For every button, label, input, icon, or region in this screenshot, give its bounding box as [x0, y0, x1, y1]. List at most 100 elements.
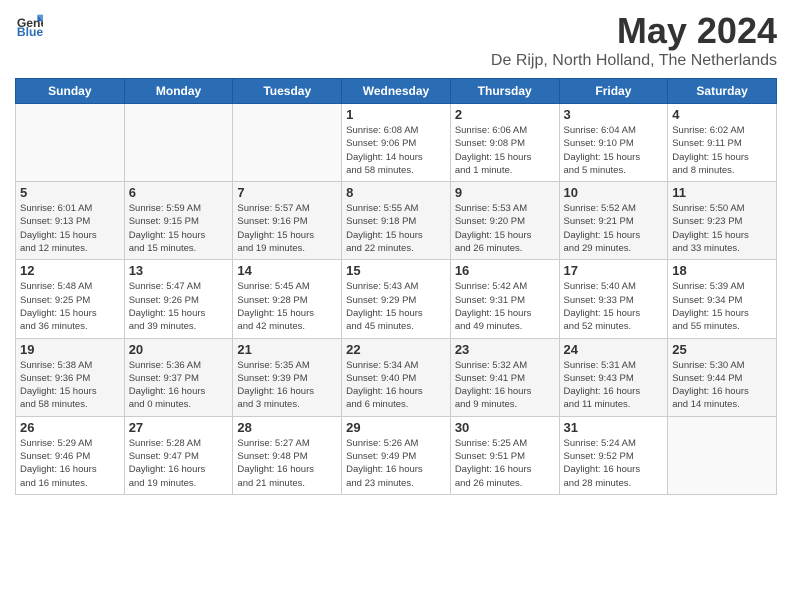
day-info: Sunrise: 5:32 AM Sunset: 9:41 PM Dayligh… [455, 359, 555, 412]
day-info: Sunrise: 5:55 AM Sunset: 9:18 PM Dayligh… [346, 202, 446, 255]
col-wednesday: Wednesday [342, 79, 451, 104]
day-info: Sunrise: 5:52 AM Sunset: 9:21 PM Dayligh… [564, 202, 664, 255]
table-row: 22 Sunrise: 5:34 AM Sunset: 9:40 PM Dayli… [342, 338, 451, 416]
table-row: 18 Sunrise: 5:39 AM Sunset: 9:34 PM Dayli… [668, 260, 777, 338]
table-row: 19 Sunrise: 5:38 AM Sunset: 9:36 PM Dayli… [16, 338, 125, 416]
day-number: 14 [237, 263, 337, 278]
table-row: 26 Sunrise: 5:29 AM Sunset: 9:46 PM Dayli… [16, 416, 125, 494]
table-row [233, 104, 342, 182]
table-row: 7 Sunrise: 5:57 AM Sunset: 9:16 PM Daylig… [233, 182, 342, 260]
day-number: 13 [129, 263, 229, 278]
calendar-header-row: Sunday Monday Tuesday Wednesday Thursday… [16, 79, 777, 104]
day-info: Sunrise: 5:59 AM Sunset: 9:15 PM Dayligh… [129, 202, 229, 255]
day-number: 5 [20, 185, 120, 200]
table-row: 9 Sunrise: 5:53 AM Sunset: 9:20 PM Daylig… [450, 182, 559, 260]
day-number: 11 [672, 185, 772, 200]
day-info: Sunrise: 5:36 AM Sunset: 9:37 PM Dayligh… [129, 359, 229, 412]
table-row: 1 Sunrise: 6:08 AM Sunset: 9:06 PM Daylig… [342, 104, 451, 182]
day-info: Sunrise: 5:48 AM Sunset: 9:25 PM Dayligh… [20, 280, 120, 333]
day-number: 12 [20, 263, 120, 278]
day-info: Sunrise: 5:28 AM Sunset: 9:47 PM Dayligh… [129, 437, 229, 490]
calendar-week-row: 12 Sunrise: 5:48 AM Sunset: 9:25 PM Dayli… [16, 260, 777, 338]
day-info: Sunrise: 6:04 AM Sunset: 9:10 PM Dayligh… [564, 124, 664, 177]
day-number: 9 [455, 185, 555, 200]
day-info: Sunrise: 5:26 AM Sunset: 9:49 PM Dayligh… [346, 437, 446, 490]
table-row: 11 Sunrise: 5:50 AM Sunset: 9:23 PM Dayli… [668, 182, 777, 260]
table-row: 2 Sunrise: 6:06 AM Sunset: 9:08 PM Daylig… [450, 104, 559, 182]
day-number: 10 [564, 185, 664, 200]
table-row [16, 104, 125, 182]
table-row: 5 Sunrise: 6:01 AM Sunset: 9:13 PM Daylig… [16, 182, 125, 260]
calendar-week-row: 26 Sunrise: 5:29 AM Sunset: 9:46 PM Dayli… [16, 416, 777, 494]
day-info: Sunrise: 5:29 AM Sunset: 9:46 PM Dayligh… [20, 437, 120, 490]
day-info: Sunrise: 5:34 AM Sunset: 9:40 PM Dayligh… [346, 359, 446, 412]
table-row: 14Sunrise: 5:45 AM Sunset: 9:28 PM Dayli… [233, 260, 342, 338]
table-row: 3 Sunrise: 6:04 AM Sunset: 9:10 PM Daylig… [559, 104, 668, 182]
day-number: 23 [455, 342, 555, 357]
table-row: 27 Sunrise: 5:28 AM Sunset: 9:47 PM Dayli… [124, 416, 233, 494]
calendar-table: Sunday Monday Tuesday Wednesday Thursday… [15, 78, 777, 495]
day-info: Sunrise: 5:25 AM Sunset: 9:51 PM Dayligh… [455, 437, 555, 490]
table-row [124, 104, 233, 182]
day-number: 25 [672, 342, 772, 357]
day-number: 20 [129, 342, 229, 357]
table-row: 12 Sunrise: 5:48 AM Sunset: 9:25 PM Dayli… [16, 260, 125, 338]
table-row: 8 Sunrise: 5:55 AM Sunset: 9:18 PM Daylig… [342, 182, 451, 260]
day-number: 27 [129, 420, 229, 435]
table-row: 10 Sunrise: 5:52 AM Sunset: 9:21 PM Dayli… [559, 182, 668, 260]
table-row: 16 Sunrise: 5:42 AM Sunset: 9:31 PM Dayli… [450, 260, 559, 338]
day-number: 19 [20, 342, 120, 357]
calendar-week-row: 5 Sunrise: 6:01 AM Sunset: 9:13 PM Daylig… [16, 182, 777, 260]
page-header: General Blue May 2024 De Rijp, North Hol… [15, 10, 777, 70]
table-row: 15Sunrise: 5:43 AM Sunset: 9:29 PM Dayli… [342, 260, 451, 338]
day-number: 1 [346, 107, 446, 122]
day-number: 3 [564, 107, 664, 122]
day-info: Sunrise: 6:02 AM Sunset: 9:11 PM Dayligh… [672, 124, 772, 177]
table-row: 31 Sunrise: 5:24 AM Sunset: 9:52 PM Dayli… [559, 416, 668, 494]
day-info: Sunrise: 5:40 AM Sunset: 9:33 PM Dayligh… [564, 280, 664, 333]
day-number: 22 [346, 342, 446, 357]
day-info: Sunrise: 5:24 AM Sunset: 9:52 PM Dayligh… [564, 437, 664, 490]
day-info: Sunrise: 6:08 AM Sunset: 9:06 PM Dayligh… [346, 124, 446, 177]
col-saturday: Saturday [668, 79, 777, 104]
day-number: 16 [455, 263, 555, 278]
table-row: 25 Sunrise: 5:30 AM Sunset: 9:44 PM Dayli… [668, 338, 777, 416]
day-info: Sunrise: 5:38 AM Sunset: 9:36 PM Dayligh… [20, 359, 120, 412]
day-number: 8 [346, 185, 446, 200]
day-number: 18 [672, 263, 772, 278]
day-info: Sunrise: 5:27 AM Sunset: 9:48 PM Dayligh… [237, 437, 337, 490]
day-info: Sunrise: 5:35 AM Sunset: 9:39 PM Dayligh… [237, 359, 337, 412]
day-number: 15 [346, 263, 446, 278]
calendar-week-row: 19 Sunrise: 5:38 AM Sunset: 9:36 PM Dayli… [16, 338, 777, 416]
day-info: Sunrise: 5:57 AM Sunset: 9:16 PM Dayligh… [237, 202, 337, 255]
day-number: 6 [129, 185, 229, 200]
calendar-week-row: 1 Sunrise: 6:08 AM Sunset: 9:06 PM Daylig… [16, 104, 777, 182]
table-row: 13Sunrise: 5:47 AM Sunset: 9:26 PM Dayli… [124, 260, 233, 338]
day-number: 7 [237, 185, 337, 200]
table-row: 20 Sunrise: 5:36 AM Sunset: 9:37 PM Dayli… [124, 338, 233, 416]
day-info: Sunrise: 5:50 AM Sunset: 9:23 PM Dayligh… [672, 202, 772, 255]
day-info: Sunrise: 5:53 AM Sunset: 9:20 PM Dayligh… [455, 202, 555, 255]
logo: General Blue [15, 10, 43, 38]
day-info: Sunrise: 6:01 AM Sunset: 9:13 PM Dayligh… [20, 202, 120, 255]
day-number: 24 [564, 342, 664, 357]
table-row: 24 Sunrise: 5:31 AM Sunset: 9:43 PM Dayli… [559, 338, 668, 416]
day-info: Sunrise: 5:39 AM Sunset: 9:34 PM Dayligh… [672, 280, 772, 333]
day-number: 31 [564, 420, 664, 435]
col-monday: Monday [124, 79, 233, 104]
day-number: 2 [455, 107, 555, 122]
day-info: Sunrise: 6:06 AM Sunset: 9:08 PM Dayligh… [455, 124, 555, 177]
day-number: 29 [346, 420, 446, 435]
table-row: 17 Sunrise: 5:40 AM Sunset: 9:33 PM Dayli… [559, 260, 668, 338]
table-row: 4Sunrise: 6:02 AM Sunset: 9:11 PM Daylig… [668, 104, 777, 182]
col-sunday: Sunday [16, 79, 125, 104]
day-number: 28 [237, 420, 337, 435]
table-row: 30 Sunrise: 5:25 AM Sunset: 9:51 PM Dayli… [450, 416, 559, 494]
day-info: Sunrise: 5:31 AM Sunset: 9:43 PM Dayligh… [564, 359, 664, 412]
day-number: 26 [20, 420, 120, 435]
day-info: Sunrise: 5:30 AM Sunset: 9:44 PM Dayligh… [672, 359, 772, 412]
day-info: Sunrise: 5:42 AM Sunset: 9:31 PM Dayligh… [455, 280, 555, 333]
day-number: 30 [455, 420, 555, 435]
table-row [668, 416, 777, 494]
day-number: 17 [564, 263, 664, 278]
